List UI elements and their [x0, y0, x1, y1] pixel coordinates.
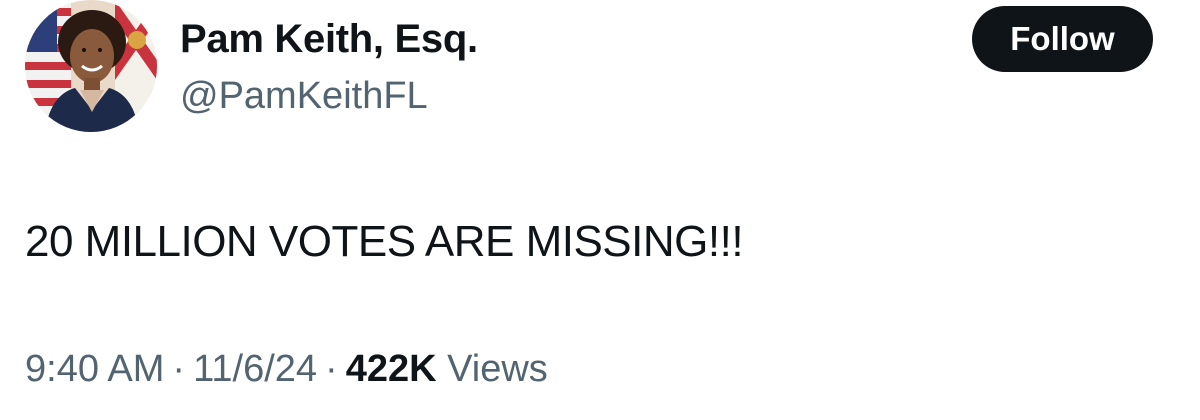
meta-separator: · [325, 348, 338, 390]
views-label: Views [447, 348, 548, 390]
views-count: 422K [345, 348, 437, 390]
avatar[interactable] [25, 0, 157, 132]
tweet-time[interactable]: 9:40 AM [25, 348, 164, 390]
tweet-text: 20 MILLION VOTES ARE MISSING!!! [25, 217, 744, 266]
author-handle[interactable]: @PamKeithFL [180, 72, 428, 120]
meta-separator: · [172, 348, 186, 390]
avatar-image [25, 0, 157, 132]
follow-button[interactable]: Follow [972, 6, 1153, 72]
tweet-date[interactable]: 11/6/24 [193, 348, 317, 390]
tweet-card: Pam Keith, Esq. @PamKeithFL Follow 20 MI… [0, 0, 1200, 420]
tweet-meta: 9:40 AM · 11/6/24 · 422K Views [25, 343, 548, 395]
author-display-name[interactable]: Pam Keith, Esq. [180, 14, 478, 64]
